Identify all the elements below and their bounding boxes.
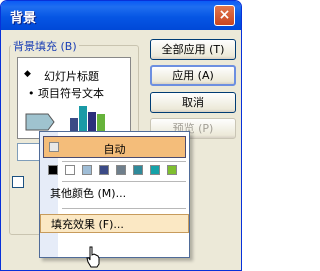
color-swatch[interactable] [116,165,126,175]
apply-button[interactable]: 应用 (A) [150,65,236,86]
hand-cursor-icon [86,246,100,268]
auto-color-item[interactable]: 自动 [43,136,186,158]
omit-graphics-checkbox[interactable] [12,176,24,188]
preview-slide-title: 幻灯片标题 [44,70,99,83]
title-bar[interactable]: 背景 × [1,1,241,30]
cancel-button[interactable]: 取消 [150,92,236,113]
close-button[interactable]: × [214,5,235,26]
background-fill-label: 背景填充 (B) [11,38,79,54]
color-swatch[interactable] [167,165,177,175]
menu-separator [62,208,186,209]
fill-effects-item[interactable]: 填充效果 (F)... [40,214,189,233]
diamond-icon: ◆ [24,69,31,79]
preview-bullet-text: • 项目符号文本 [28,87,104,100]
fill-effects-label: 填充效果 (F)... [51,218,124,231]
menu-separator [62,161,186,162]
more-colors-label: 其他颜色 (M)... [50,187,127,200]
color-dropdown-menu: 自动 其他颜色 (M)... 填充效果 (F)... [39,131,190,258]
slide-preview: ◆ 幻灯片标题 • 项目符号文本 [17,57,131,139]
pentagon-arrow-shape [25,113,55,131]
color-swatch[interactable] [133,165,143,175]
color-swatch[interactable] [150,165,160,175]
auto-color-label: 自动 [103,143,126,156]
apply-all-button[interactable]: 全部应用 (T) [150,39,236,60]
menu-separator [62,181,186,182]
color-swatch[interactable] [82,165,92,175]
dialog-title: 背景 [10,11,37,26]
color-swatch[interactable] [65,165,75,175]
more-colors-item[interactable]: 其他颜色 (M)... [40,184,189,203]
color-swatch[interactable] [99,165,109,175]
color-swatch[interactable] [48,165,58,175]
